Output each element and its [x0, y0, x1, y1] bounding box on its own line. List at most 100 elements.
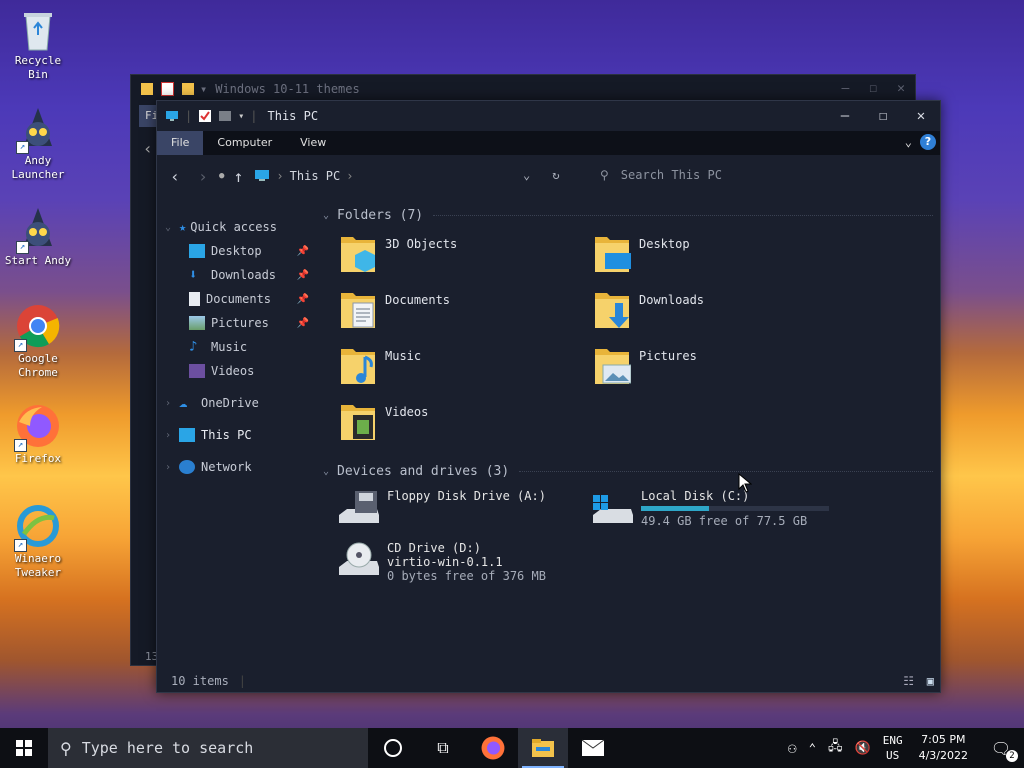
language-code: ENG: [882, 734, 903, 747]
sidebar-item-downloads[interactable]: ⬇ Downloads 📌: [157, 263, 317, 287]
breadcrumb-this-pc[interactable]: This PC: [290, 169, 341, 183]
desktop-icon-recycle-bin[interactable]: Recycle Bin: [3, 8, 73, 82]
action-center-button[interactable]: 🗨 2: [978, 739, 1024, 762]
start-button[interactable]: [0, 728, 48, 768]
explorer-window-this-pc[interactable]: | ▾ | This PC — ☐ ✕ File Computer View ⌄…: [156, 100, 941, 693]
clock-date: 4/3/2022: [918, 749, 968, 762]
network-status-icon[interactable]: 🖧: [822, 737, 849, 759]
clock[interactable]: 7:05 PM 4/3/2022: [909, 732, 978, 764]
back-arrow-icon[interactable]: ‹: [143, 139, 153, 158]
chevron-right-icon[interactable]: ›: [157, 430, 179, 441]
window-titlebar[interactable]: | ▾ | This PC — ☐ ✕: [157, 101, 940, 131]
sidebar-item-pictures[interactable]: Pictures 📌: [157, 311, 317, 335]
taskbar-search-box[interactable]: ⚲ Type here to search: [48, 728, 368, 768]
maximize-button[interactable]: ☐: [864, 101, 902, 131]
refresh-icon[interactable]: ↻: [552, 168, 559, 182]
cortana-button[interactable]: [368, 728, 418, 768]
folder-label: Documents: [385, 293, 451, 307]
desktop-icon-start-andy[interactable]: ↗ Start Andy: [3, 206, 73, 268]
folder-tile-pictures[interactable]: Pictures: [577, 345, 831, 401]
folder-icon: [141, 83, 153, 95]
chevron-down-icon[interactable]: ⌄: [157, 222, 179, 233]
drive-tile-cd-drive-d[interactable]: CD Drive (D:) virtio-win-0.1.1 0 bytes f…: [323, 541, 577, 593]
sidebar-item-desktop[interactable]: Desktop 📌: [157, 239, 317, 263]
sidebar-item-onedrive[interactable]: › ☁ OneDrive: [157, 391, 317, 415]
navigation-pane: ⌄ ★ Quick access Desktop 📌 ⬇ Downloads 📌…: [157, 215, 317, 479]
recent-locations-icon[interactable]: ●: [219, 171, 224, 181]
video-icon: [189, 364, 205, 378]
search-icon: ⚲: [60, 738, 72, 758]
expand-ribbon-icon[interactable]: ⌄: [905, 135, 912, 149]
drive-tile-local-disk-c[interactable]: Local Disk (C:) 49.4 GB free of 77.5 GB: [577, 489, 831, 541]
chevron-down-icon[interactable]: ⌄: [323, 466, 337, 477]
notification-count-badge: 2: [1006, 749, 1018, 762]
properties-icon[interactable]: [198, 109, 212, 123]
input-language[interactable]: ENG US: [877, 733, 909, 763]
cortana-circle-icon: [384, 739, 402, 757]
back-arrow-icon[interactable]: ‹: [165, 167, 185, 186]
maximize-icon[interactable]: ☐: [869, 81, 877, 96]
close-icon[interactable]: ✕: [897, 81, 905, 96]
sidebar-item-label: Music: [211, 340, 248, 354]
tab-file[interactable]: File: [157, 131, 204, 155]
section-header-folders[interactable]: ⌄ Folders (7): [323, 205, 933, 225]
chevron-down-icon[interactable]: ⌄: [323, 210, 337, 221]
local-disk-icon: [593, 495, 633, 523]
show-hidden-icons-icon[interactable]: ⌃: [803, 741, 822, 755]
tab-view[interactable]: View: [286, 131, 340, 155]
download-arrow-icon: ⬇: [189, 267, 198, 283]
drive-free-space: 0 bytes free of 376 MB: [387, 569, 546, 583]
search-input[interactable]: Search This PC: [621, 168, 722, 182]
chevron-right-icon[interactable]: ›: [157, 462, 179, 473]
search-input[interactable]: Type here to search: [82, 739, 254, 757]
new-folder-icon[interactable]: [218, 109, 232, 123]
forward-arrow-icon[interactable]: ›: [193, 167, 213, 186]
tab-computer[interactable]: Computer: [203, 131, 286, 155]
desktop-icon-winaero-tweaker[interactable]: ↗ Winaero Tweaker: [3, 504, 73, 580]
folder-tile-downloads[interactable]: Downloads: [577, 289, 831, 345]
sidebar-item-videos[interactable]: Videos: [157, 359, 317, 383]
folder-tile-desktop[interactable]: Desktop: [577, 233, 831, 289]
section-title: Folders (7): [337, 207, 424, 223]
taskbar-mail[interactable]: [568, 728, 618, 768]
desktop-icon-google-chrome[interactable]: ↗ Google Chrome: [3, 304, 73, 380]
sidebar-item-label: OneDrive: [201, 396, 259, 410]
desktop-icon-firefox[interactable]: ↗ Firefox: [3, 404, 73, 466]
search-box[interactable]: ⚲ Search This PC: [600, 168, 722, 182]
taskbar-firefox[interactable]: [468, 728, 518, 768]
status-bar: 10 items | ☷ ▣: [157, 670, 940, 692]
sidebar-item-quick-access[interactable]: ⌄ ★ Quick access: [157, 215, 317, 239]
quick-access-toolbar: | ▾ |: [165, 109, 258, 123]
minimize-button[interactable]: —: [826, 101, 864, 131]
chevron-right-icon[interactable]: ›: [157, 398, 179, 409]
task-view-button[interactable]: ⧉: [418, 728, 468, 768]
desktop-icon-andy-launcher[interactable]: ↗ Andy Launcher: [3, 106, 73, 182]
folder-tile-videos[interactable]: Videos: [323, 401, 577, 457]
folder-tile-3d-objects[interactable]: 3D Objects: [323, 233, 577, 289]
minimize-icon[interactable]: —: [842, 81, 850, 96]
breadcrumb[interactable]: › This PC ›: [254, 169, 353, 183]
background-window-controls: — ☐ ✕: [842, 81, 905, 96]
details-view-icon[interactable]: ☷: [903, 674, 914, 688]
customize-toolbar-icon[interactable]: ▾: [238, 111, 244, 122]
people-icon[interactable]: ⚇: [782, 739, 803, 757]
sidebar-item-music[interactable]: ♪ Music: [157, 335, 317, 359]
dropdown-icon: ▾: [200, 82, 208, 96]
up-arrow-icon[interactable]: ↑: [228, 167, 248, 186]
taskbar-file-explorer[interactable]: [518, 728, 568, 768]
help-icon[interactable]: ?: [920, 134, 936, 150]
background-window-titlebar[interactable]: ▾ Windows 10-11 themes: [131, 75, 915, 103]
section-header-devices[interactable]: ⌄ Devices and drives (3): [323, 461, 933, 481]
folder-tile-documents[interactable]: Documents: [323, 289, 577, 345]
folder-tile-music[interactable]: Music: [323, 345, 577, 401]
drive-tile-floppy[interactable]: Floppy Disk Drive (A:): [323, 489, 577, 541]
close-button[interactable]: ✕: [902, 101, 940, 131]
firefox-icon: [481, 736, 505, 760]
large-icons-view-icon[interactable]: ▣: [927, 674, 934, 688]
address-dropdown-icon[interactable]: ⌄: [523, 168, 530, 182]
sidebar-item-this-pc[interactable]: › This PC: [157, 423, 317, 447]
this-pc-icon: [179, 428, 195, 442]
volume-muted-icon[interactable]: 🔇: [849, 741, 877, 756]
sidebar-item-documents[interactable]: Documents 📌: [157, 287, 317, 311]
sidebar-item-network[interactable]: › Network: [157, 455, 317, 479]
